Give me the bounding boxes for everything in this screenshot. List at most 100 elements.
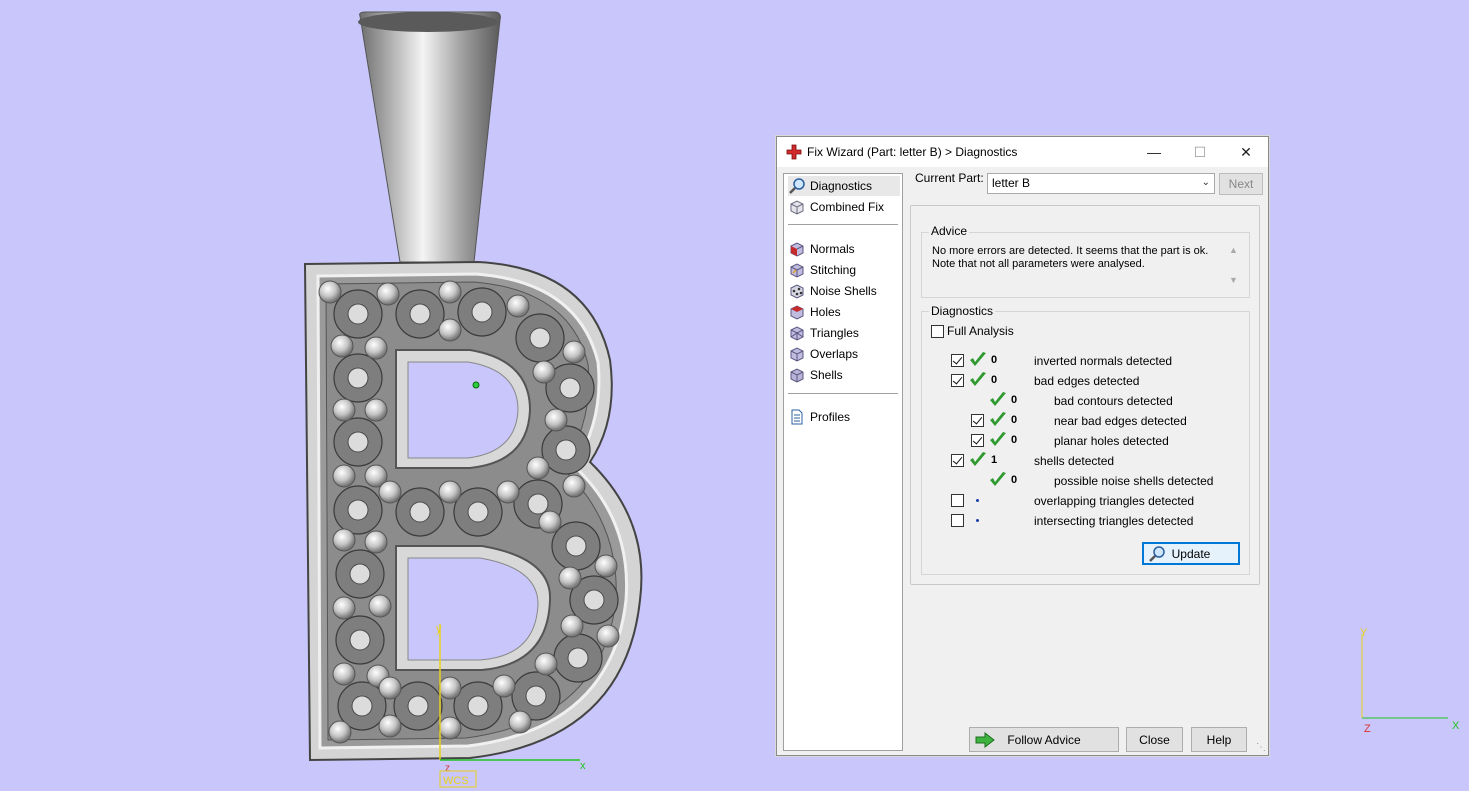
nav-label: Shells: [810, 368, 843, 382]
prong-ball: [534, 652, 558, 676]
full-analysis-checkbox[interactable]: [931, 325, 944, 338]
row-checkbox[interactable]: [951, 354, 964, 367]
gem-seat: [527, 493, 549, 515]
ok-check-icon: [969, 451, 987, 469]
prong-ball: [318, 280, 342, 304]
gem-seat: [559, 377, 581, 399]
overlaps-cube-icon: [788, 345, 806, 363]
row-checkbox[interactable]: [951, 514, 964, 527]
row-checkbox[interactable]: [951, 494, 964, 507]
row-label: bad edges detected: [1034, 374, 1140, 388]
gem-seat: [351, 695, 373, 717]
close-window-button[interactable]: ✕: [1223, 137, 1269, 167]
minimize-button[interactable]: —: [1131, 137, 1177, 167]
close-button[interactable]: Close: [1126, 727, 1183, 752]
prong-ball: [544, 408, 568, 432]
gem-seat: [349, 629, 371, 651]
prong-ball: [562, 340, 586, 364]
origin-marker: [472, 381, 480, 389]
row-checkbox[interactable]: [971, 434, 984, 447]
ok-check-icon: [969, 351, 987, 369]
normals-cube-icon: [788, 240, 806, 258]
scroll-down-icon[interactable]: ▼: [1229, 275, 1238, 285]
row-count: 0: [991, 354, 998, 366]
prong-ball: [332, 596, 356, 620]
nav-item-combined-fix[interactable]: Combined Fix: [788, 197, 884, 217]
row-checkbox[interactable]: [951, 374, 964, 387]
prong-ball: [364, 530, 388, 554]
resize-grip-icon[interactable]: ⋱: [1256, 742, 1266, 753]
prong-ball: [330, 334, 354, 358]
prong-ball: [526, 456, 550, 480]
prong-ball: [364, 398, 388, 422]
prong-ball: [376, 282, 400, 306]
nav-item-stitching[interactable]: Stitching: [788, 260, 856, 280]
corner-y-label: Y: [1360, 627, 1368, 639]
prong-ball: [332, 528, 356, 552]
next-button[interactable]: Next: [1219, 173, 1263, 195]
row-count: 0: [1011, 474, 1018, 486]
ok-check-icon: [989, 391, 1007, 409]
gem-seat: [529, 327, 551, 349]
row-label: overlapping triangles detected: [1034, 494, 1195, 508]
nav-label: Noise Shells: [810, 284, 877, 298]
gem-seat: [347, 431, 369, 453]
prong-ball: [438, 716, 462, 740]
gem-seat: [525, 685, 547, 707]
prong-ball: [378, 676, 402, 700]
update-button[interactable]: Update: [1142, 542, 1240, 565]
nav-item-overlaps[interactable]: Overlaps: [788, 344, 858, 364]
full-analysis-label: Full Analysis: [947, 324, 1014, 338]
row-checkbox[interactable]: [951, 454, 964, 467]
title-bar[interactable]: Fix Wizard (Part: letter B) > Diagnostic…: [777, 137, 1268, 167]
nav-item-shells[interactable]: Shells: [788, 365, 843, 385]
prong-ball: [538, 510, 562, 534]
nav-label: Triangles: [810, 326, 859, 340]
maximize-button[interactable]: ☐: [1177, 137, 1223, 167]
ok-check-icon: [989, 471, 1007, 489]
row-label: planar holes detected: [1054, 434, 1169, 448]
nav-item-holes[interactable]: Holes: [788, 302, 841, 322]
prong-ball: [558, 566, 582, 590]
prong-ball: [508, 710, 532, 734]
nav-label: Diagnostics: [810, 179, 873, 193]
nav-item-noise-shells[interactable]: Noise Shells: [788, 281, 877, 301]
prong-ball: [594, 554, 618, 578]
current-part-label: Current Part:: [915, 171, 984, 185]
holes-cube-icon: [788, 303, 806, 321]
prong-ball: [438, 280, 462, 304]
prong-ball: [378, 714, 402, 738]
nav-item-triangles[interactable]: Triangles: [788, 323, 859, 343]
advice-text: No more errors are detected. It seems th…: [932, 245, 1209, 270]
row-count: 0: [1011, 434, 1018, 446]
wcs-x-label: x: [580, 760, 586, 772]
cube-fix-icon: [788, 198, 806, 216]
nav-item-profiles[interactable]: Profiles: [788, 407, 850, 427]
scroll-up-icon[interactable]: ▲: [1229, 245, 1238, 255]
row-count: 0: [1011, 414, 1018, 426]
row-count: 1: [991, 454, 998, 466]
nav-item-normals[interactable]: Normals: [788, 239, 855, 259]
update-label: Update: [1171, 546, 1211, 561]
nav-label: Overlaps: [810, 347, 859, 361]
follow-advice-button[interactable]: Follow Advice: [969, 727, 1119, 752]
pending-dot-icon: [976, 519, 979, 522]
pending-dot-icon: [976, 499, 979, 502]
row-checkbox[interactable]: [971, 414, 984, 427]
diagnostics-title: Diagnostics: [929, 304, 996, 318]
prong-ball: [438, 480, 462, 504]
nav-item-diagnostics[interactable]: Diagnostics: [788, 176, 900, 196]
noise-shells-icon: [788, 282, 806, 300]
wcs-label: WCS: [443, 775, 469, 787]
ok-check-icon: [989, 431, 1007, 449]
help-button[interactable]: Help: [1191, 727, 1247, 752]
row-count: 0: [991, 374, 998, 386]
follow-advice-label: Follow Advice: [1007, 732, 1081, 747]
gem-seat: [409, 501, 431, 523]
green-arrow-icon: [974, 731, 996, 752]
current-part-select[interactable]: letter B ⌄: [987, 173, 1215, 194]
corner-x-label: X: [1452, 720, 1460, 732]
advice-title: Advice: [929, 224, 970, 238]
current-part-value: letter B: [992, 176, 1031, 190]
corner-z-label: Z: [1364, 723, 1371, 735]
